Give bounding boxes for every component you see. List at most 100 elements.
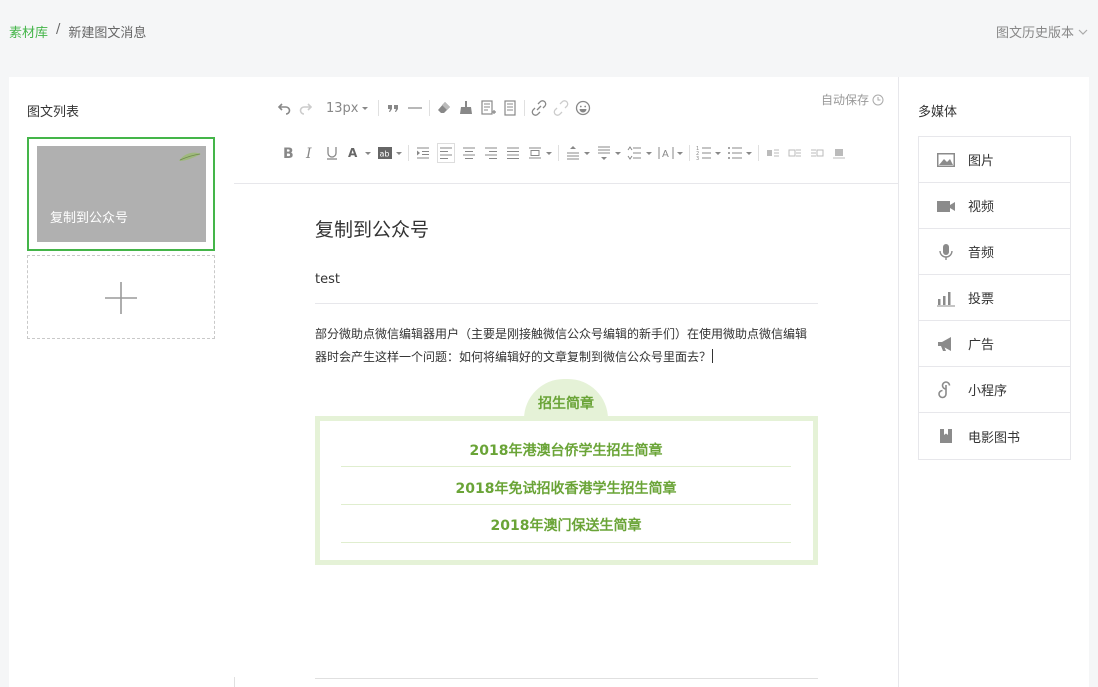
toolbar-divider bbox=[408, 145, 409, 161]
media-item-image[interactable]: 图片 bbox=[919, 137, 1070, 183]
article-card-active[interactable]: 复制到公众号 bbox=[27, 137, 215, 251]
breadcrumb-current: 新建图文消息 bbox=[68, 26, 147, 41]
image-align-none-button[interactable] bbox=[765, 143, 781, 163]
media-item-audio[interactable]: 音频 bbox=[919, 229, 1070, 275]
ordered-list-icon: 123 bbox=[696, 146, 711, 161]
float-icon bbox=[529, 147, 541, 159]
leaf-icon bbox=[179, 152, 201, 161]
bold-button[interactable]: B bbox=[280, 143, 296, 163]
top-bar: 素材库 / 新建图文消息 图文历史版本 bbox=[0, 0, 1098, 62]
spacing-top-icon bbox=[567, 146, 579, 160]
svg-text:ab: ab bbox=[380, 150, 390, 159]
main-panel: 图文列表 复制到公众号 自动保存 13px B I A ab A 1 2 3 复… bbox=[9, 77, 1089, 687]
svg-text:3: 3 bbox=[696, 156, 699, 161]
underline-icon bbox=[327, 147, 337, 160]
media-item-label: 音频 bbox=[968, 246, 995, 261]
clock-icon bbox=[872, 94, 884, 105]
letter-spacing-dropdown[interactable]: A bbox=[658, 143, 683, 163]
add-article-button[interactable] bbox=[27, 255, 215, 339]
author-input[interactable]: test bbox=[315, 272, 818, 287]
video-icon bbox=[937, 200, 955, 212]
quote-icon bbox=[387, 105, 398, 112]
image-align-right-button[interactable] bbox=[809, 143, 825, 163]
breadcrumb: 素材库 / 新建图文消息 bbox=[9, 22, 146, 41]
align-center-button[interactable] bbox=[461, 143, 477, 163]
notice-item[interactable]: 2018年港澳台侨学生招生简章 bbox=[341, 440, 791, 460]
content-divider bbox=[315, 303, 818, 304]
autosave-indicator[interactable]: 自动保存 bbox=[821, 91, 884, 108]
align-left-button[interactable] bbox=[437, 143, 455, 163]
notice-item[interactable]: 2018年澳门保送生简章 bbox=[341, 515, 791, 535]
quote-button[interactable] bbox=[385, 98, 401, 118]
brush-icon bbox=[459, 101, 472, 114]
highlight-icon: ab bbox=[378, 147, 392, 159]
article-list-title: 图文列表 bbox=[27, 105, 80, 120]
admission-notice-block[interactable]: 招生简章 2018年港澳台侨学生招生简章 2018年免试招收香港学生招生简章 2… bbox=[315, 379, 818, 565]
media-item-label: 视频 bbox=[968, 200, 995, 215]
media-item-movie-book[interactable]: 电影图书 bbox=[919, 413, 1070, 459]
notice-box: 2018年港澳台侨学生招生简章 2018年免试招收香港学生招生简章 2018年澳… bbox=[315, 416, 818, 565]
eraser-button[interactable] bbox=[436, 98, 452, 118]
article-title-input[interactable]: 复制到公众号 bbox=[315, 215, 818, 242]
align-justify-button[interactable] bbox=[505, 143, 521, 163]
media-item-vote[interactable]: 投票 bbox=[919, 275, 1070, 321]
page-setup-button[interactable] bbox=[502, 98, 518, 118]
breadcrumb-home-link[interactable]: 素材库 bbox=[9, 22, 48, 41]
font-color-dropdown[interactable]: A bbox=[346, 143, 371, 163]
toolbar-row-2: B I A ab A 123 bbox=[280, 143, 853, 163]
media-item-ad[interactable]: 广告 bbox=[919, 321, 1070, 367]
image-align-left-button[interactable] bbox=[787, 143, 803, 163]
insert-link-button[interactable] bbox=[531, 98, 547, 118]
svg-text:A: A bbox=[348, 146, 358, 160]
redo-icon bbox=[299, 103, 313, 115]
notice-item[interactable]: 2018年免试招收香港学生招生简章 bbox=[341, 478, 791, 498]
image-align-none-icon bbox=[767, 149, 779, 157]
notice-item-divider bbox=[341, 504, 791, 505]
media-item-label: 广告 bbox=[968, 338, 995, 353]
unordered-list-dropdown[interactable] bbox=[727, 143, 752, 163]
bookmark-icon bbox=[940, 429, 952, 443]
article-card-title: 复制到公众号 bbox=[50, 211, 129, 226]
redo-button[interactable] bbox=[298, 98, 314, 118]
plus-icon bbox=[105, 282, 137, 314]
editor-content[interactable]: 复制到公众号 test 部分微助点微信编辑器用户（主要是刚接触微信公众号编辑的新… bbox=[315, 184, 818, 369]
unordered-list-icon bbox=[728, 147, 742, 159]
font-size-dropdown[interactable]: 13px bbox=[326, 98, 368, 118]
media-item-mini-program[interactable]: 小程序 bbox=[919, 367, 1070, 413]
history-version-dropdown[interactable]: 图文历史版本 bbox=[996, 22, 1088, 41]
notice-tab: 招生简章 bbox=[524, 379, 608, 419]
notice-item-divider bbox=[341, 542, 791, 543]
line-height-dropdown[interactable] bbox=[627, 143, 652, 163]
ordered-list-dropdown[interactable]: 123 bbox=[696, 143, 721, 163]
editor-left-border bbox=[234, 677, 235, 687]
background-color-dropdown[interactable]: ab bbox=[377, 143, 402, 163]
article-body-text[interactable]: 部分微助点微信编辑器用户（主要是刚接触微信公众号编辑的新手们）在使用微助点微信编… bbox=[315, 323, 818, 369]
image-align-center-button[interactable] bbox=[831, 143, 847, 163]
media-item-label: 小程序 bbox=[968, 384, 1008, 399]
undo-button[interactable] bbox=[276, 98, 292, 118]
toolbar-divider bbox=[689, 145, 690, 161]
underline-button[interactable] bbox=[324, 143, 340, 163]
letter-spacing-icon: A bbox=[658, 147, 674, 160]
article-list-panel: 图文列表 复制到公众号 bbox=[9, 77, 234, 687]
svg-text:B: B bbox=[283, 146, 294, 161]
emoji-button[interactable] bbox=[575, 98, 591, 118]
media-panel: 多媒体 图片 视频 音频 投票 广告 小程序 电影图书 bbox=[900, 77, 1089, 687]
article-body-paragraph: 部分微助点微信编辑器用户（主要是刚接触微信公众号编辑的新手们）在使用微助点微信编… bbox=[315, 327, 808, 364]
toolbar-divider bbox=[377, 100, 379, 116]
spacing-bottom-icon bbox=[598, 146, 610, 160]
horizontal-rule-button[interactable] bbox=[407, 98, 423, 118]
indent-button[interactable] bbox=[415, 143, 431, 163]
paragraph-spacing-top-dropdown[interactable] bbox=[565, 143, 590, 163]
paragraph-spacing-bottom-dropdown[interactable] bbox=[596, 143, 621, 163]
undo-icon bbox=[277, 103, 291, 115]
article-cover-image: 复制到公众号 bbox=[37, 146, 206, 242]
media-item-label: 电影图书 bbox=[968, 430, 1021, 446]
italic-button[interactable]: I bbox=[302, 143, 318, 163]
image-float-dropdown[interactable] bbox=[527, 143, 552, 163]
insert-template-button[interactable] bbox=[480, 98, 496, 118]
align-right-button[interactable] bbox=[483, 143, 499, 163]
format-painter-button[interactable] bbox=[458, 98, 474, 118]
unlink-button[interactable] bbox=[553, 98, 569, 118]
media-item-video[interactable]: 视频 bbox=[919, 183, 1070, 229]
